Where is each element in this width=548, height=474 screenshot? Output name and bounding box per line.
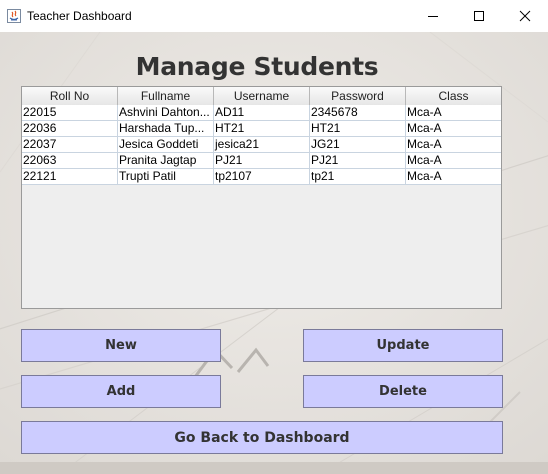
cell-class[interactable]: Mca-A	[406, 121, 501, 137]
minimize-icon	[428, 16, 438, 17]
column-header-roll-no[interactable]: Roll No	[22, 87, 118, 105]
cell-roll-no[interactable]: 22063	[22, 153, 118, 169]
cell-class[interactable]: Mca-A	[406, 153, 501, 169]
cell-password[interactable]: 2345678	[310, 105, 406, 121]
table-row[interactable]: 22121 Trupti Patil tp2107 tp21 Mca-A	[22, 169, 501, 185]
cell-fullname[interactable]: Jesica Goddeti	[118, 137, 214, 153]
column-header-password[interactable]: Password	[310, 87, 406, 105]
page-title: Manage Students	[135, 52, 379, 81]
table-row[interactable]: 22063 Pranita Jagtap PJ21 PJ21 Mca-A	[22, 153, 501, 169]
column-header-username[interactable]: Username	[214, 87, 310, 105]
cell-username[interactable]: PJ21	[214, 153, 310, 169]
cell-class[interactable]: Mca-A	[406, 169, 501, 185]
cell-username[interactable]: tp2107	[214, 169, 310, 185]
cell-roll-no[interactable]: 22015	[22, 105, 118, 121]
new-button[interactable]: New	[21, 329, 221, 362]
students-table: Roll No Fullname Username Password Class…	[21, 86, 502, 309]
cell-username[interactable]: HT21	[214, 121, 310, 137]
cell-fullname[interactable]: Ashvini Dahton...	[118, 105, 214, 121]
java-icon	[7, 9, 21, 23]
cell-fullname[interactable]: Trupti Patil	[118, 169, 214, 185]
cell-class[interactable]: Mca-A	[406, 137, 501, 153]
cell-roll-no[interactable]: 22037	[22, 137, 118, 153]
table-header: Roll No Fullname Username Password Class	[22, 87, 501, 105]
maximize-button[interactable]	[456, 0, 502, 32]
close-button[interactable]	[502, 0, 548, 32]
table-row[interactable]: 22036 Harshada Tup... HT21 HT21 Mca-A	[22, 121, 501, 137]
cell-fullname[interactable]: Pranita Jagtap	[118, 153, 214, 169]
column-header-fullname[interactable]: Fullname	[118, 87, 214, 105]
table-row[interactable]: 22015 Ashvini Dahton... AD11 2345678 Mca…	[22, 105, 501, 121]
cell-fullname[interactable]: Harshada Tup...	[118, 121, 214, 137]
update-button[interactable]: Update	[303, 329, 503, 362]
add-button[interactable]: Add	[21, 375, 221, 408]
maximize-icon	[474, 11, 484, 21]
cell-password[interactable]: JG21	[310, 137, 406, 153]
cell-username[interactable]: AD11	[214, 105, 310, 121]
cell-password[interactable]: HT21	[310, 121, 406, 137]
cell-roll-no[interactable]: 22036	[22, 121, 118, 137]
table-row[interactable]: 22037 Jesica Goddeti jesica21 JG21 Mca-A	[22, 137, 501, 153]
cell-username[interactable]: jesica21	[214, 137, 310, 153]
minimize-button[interactable]	[410, 0, 456, 32]
title-bar: Teacher Dashboard	[0, 0, 548, 32]
content-panel: Manage Students Roll No Fullname Usernam…	[0, 32, 548, 474]
cell-password[interactable]: PJ21	[310, 153, 406, 169]
go-back-to-dashboard-button[interactable]: Go Back to Dashboard	[21, 421, 503, 454]
cell-roll-no[interactable]: 22121	[22, 169, 118, 185]
cell-password[interactable]: tp21	[310, 169, 406, 185]
close-icon	[519, 10, 531, 22]
window-title: Teacher Dashboard	[27, 9, 132, 23]
delete-button[interactable]: Delete	[303, 375, 503, 408]
students-table-grid: Roll No Fullname Username Password Class…	[22, 87, 501, 185]
cell-class[interactable]: Mca-A	[406, 105, 501, 121]
column-header-class[interactable]: Class	[406, 87, 501, 105]
